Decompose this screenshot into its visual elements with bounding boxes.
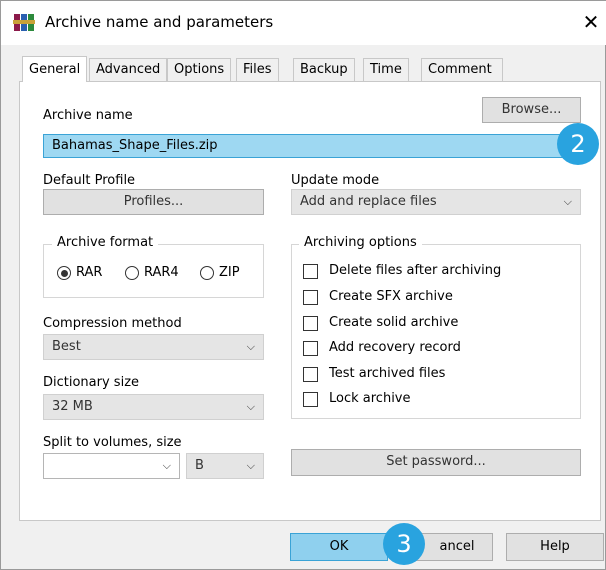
radio-zip-label: ZIP <box>219 265 240 280</box>
chevron-down-icon: ⌵ <box>246 340 255 353</box>
dictionary-size-value: 32 MB <box>52 399 93 414</box>
tab-options[interactable]: Options <box>167 58 232 81</box>
radio-rar-label: RAR <box>76 265 103 280</box>
tab-time[interactable]: Time <box>363 58 409 81</box>
profiles-button[interactable]: Profiles... <box>43 189 264 215</box>
dictionary-size-select[interactable]: 32 MB ⌵ <box>43 394 264 420</box>
set-password-button[interactable]: Set password... <box>291 449 581 476</box>
default-profile-label: Default Profile <box>43 173 136 188</box>
radio-rar4-label: RAR4 <box>144 265 179 280</box>
checkbox-create-sfx-label: Create SFX archive <box>329 289 453 304</box>
checkbox-delete-files-label: Delete files after archiving <box>329 263 502 278</box>
split-unit-value: B <box>195 458 204 473</box>
winrar-books-icon <box>13 14 35 31</box>
tab-general[interactable]: General <box>22 56 88 82</box>
chevron-down-icon: ⌵ <box>246 400 255 413</box>
checkbox-delete-files[interactable] <box>303 264 318 279</box>
radio-rar[interactable] <box>57 266 71 280</box>
close-icon[interactable]: ✕ <box>579 9 603 35</box>
chevron-down-icon: ⌵ <box>563 195 572 208</box>
checkbox-recovery-record-label: Add recovery record <box>329 340 461 355</box>
radio-rar4[interactable] <box>125 266 139 280</box>
split-volumes-label: Split to volumes, size <box>43 435 182 450</box>
checkbox-lock-archive[interactable] <box>303 392 318 407</box>
chevron-down-icon: ⌵ <box>162 459 171 472</box>
step-badge-2: 2 <box>557 123 599 165</box>
tab-comment[interactable]: Comment <box>421 58 503 81</box>
dictionary-size-label: Dictionary size <box>43 375 140 390</box>
step-badge-3: 3 <box>383 523 425 565</box>
title-bar: Archive name and parameters ✕ <box>1 1 606 45</box>
checkbox-test-archived[interactable] <box>303 367 318 382</box>
help-button[interactable]: Help <box>506 533 604 561</box>
archive-name-input[interactable]: Bahamas_Shape_Files.zip <box>43 134 581 158</box>
window-title: Archive name and parameters <box>45 13 274 31</box>
checkbox-test-archived-label: Test archived files <box>329 366 446 381</box>
update-mode-label: Update mode <box>291 173 380 188</box>
compression-method-value: Best <box>52 339 81 354</box>
compression-method-label: Compression method <box>43 316 182 331</box>
checkbox-recovery-record[interactable] <box>303 341 318 356</box>
tab-files[interactable]: Files <box>236 58 279 81</box>
checkbox-create-solid-label: Create solid archive <box>329 315 459 330</box>
radio-zip[interactable] <box>200 266 214 280</box>
chevron-down-icon: ⌵ <box>246 459 255 472</box>
compression-method-select[interactable]: Best ⌵ <box>43 334 264 360</box>
tab-backup[interactable]: Backup <box>293 58 355 81</box>
tab-advanced[interactable]: Advanced <box>89 58 168 81</box>
archive-name-label: Archive name <box>43 108 133 123</box>
split-unit-select[interactable]: B ⌵ <box>186 453 264 479</box>
checkbox-create-solid[interactable] <box>303 316 318 331</box>
archive-format-title: Archive format <box>52 235 159 250</box>
dialog-window: Archive name and parameters ✕ General Ad… <box>0 0 606 570</box>
ok-button[interactable]: OK <box>290 533 388 561</box>
update-mode-select[interactable]: Add and replace files ⌵ <box>291 189 581 215</box>
archiving-options-title: Archiving options <box>299 235 422 250</box>
checkbox-create-sfx[interactable] <box>303 290 318 305</box>
split-volumes-input[interactable]: ⌵ <box>43 453 180 479</box>
browse-button[interactable]: Browse... <box>482 97 581 123</box>
update-mode-value: Add and replace files <box>300 194 437 209</box>
checkbox-lock-archive-label: Lock archive <box>329 391 411 406</box>
